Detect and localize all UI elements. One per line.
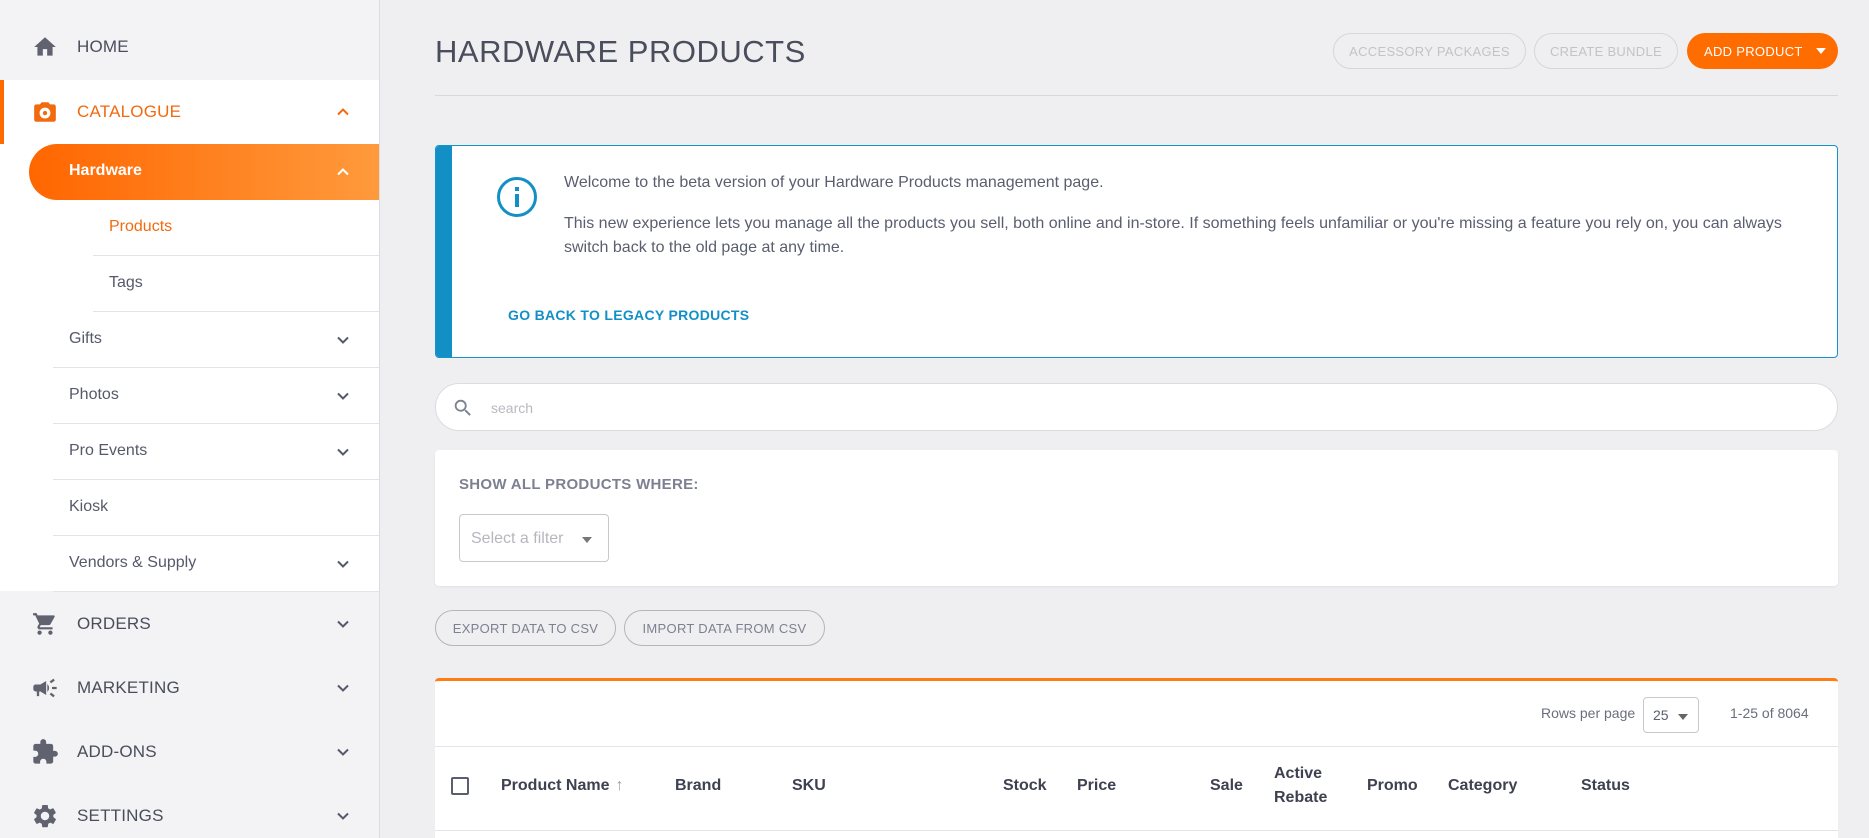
nav-hardware[interactable]: Hardware: [29, 144, 379, 200]
filter-card: SHOW ALL PRODUCTS WHERE: Select a filter: [435, 450, 1838, 586]
chevron-down-icon: [335, 388, 351, 404]
nav-photos[interactable]: Photos: [53, 368, 379, 424]
accessory-packages-button[interactable]: ACCESSORY PACKAGES: [1333, 33, 1526, 69]
select-all-checkbox[interactable]: [451, 777, 469, 795]
nav-gifts[interactable]: Gifts: [53, 312, 379, 368]
nav-vendors-label: Vendors & Supply: [69, 554, 197, 571]
nav-hardware-label: Hardware: [69, 162, 142, 179]
legacy-products-link[interactable]: GO BACK TO LEGACY PRODUCTS: [508, 307, 749, 323]
nav-orders[interactable]: ORDERS: [0, 592, 379, 656]
nav-gifts-label: Gifts: [69, 330, 102, 347]
nav-home-label: HOME: [77, 37, 129, 56]
column-active-rebate-line2: Rebate: [1274, 789, 1328, 806]
column-sku[interactable]: SKU: [792, 774, 826, 798]
nav-settings[interactable]: SETTINGS: [0, 784, 379, 838]
nav-products[interactable]: Products: [93, 200, 379, 256]
import-csv-button[interactable]: IMPORT DATA FROM CSV: [624, 610, 825, 646]
caret-down-icon: [1816, 48, 1826, 54]
nav-orders-label: ORDERS: [77, 614, 151, 633]
nav-settings-label: SETTINGS: [77, 806, 164, 825]
rows-per-page-value: 25: [1653, 707, 1669, 723]
column-sale[interactable]: Sale: [1210, 774, 1243, 798]
chevron-down-icon: [335, 744, 351, 760]
add-product-button[interactable]: ADD PRODUCT: [1687, 33, 1838, 69]
column-promo[interactable]: Promo: [1367, 774, 1418, 798]
column-active-rebate-line1: Active: [1274, 765, 1323, 782]
column-category[interactable]: Category: [1448, 774, 1517, 798]
create-bundle-button[interactable]: CREATE BUNDLE: [1534, 33, 1678, 69]
table-divider: [435, 746, 1838, 747]
page-title: HARDWARE PRODUCTS: [435, 34, 806, 69]
main-content: HARDWARE PRODUCTS ACCESSORY PACKAGES CRE…: [435, 0, 1838, 838]
nav-photos-label: Photos: [69, 386, 119, 403]
search-bar: [435, 383, 1838, 431]
filter-select-placeholder: Select a filter: [471, 530, 564, 547]
nav-tags[interactable]: Tags: [93, 256, 379, 312]
export-csv-button[interactable]: EXPORT DATA TO CSV: [435, 610, 616, 646]
chevron-down-icon: [335, 332, 351, 348]
rows-per-page-label: Rows per page: [1541, 705, 1636, 721]
nav-products-label: Products: [109, 218, 173, 235]
banner-body: This new experience lets you manage all …: [564, 215, 1782, 256]
rows-per-page-select[interactable]: 25: [1643, 697, 1699, 733]
chevron-down-icon: [335, 808, 351, 824]
info-icon: [496, 176, 538, 218]
header-divider: [435, 95, 1838, 96]
beta-info-banner: Welcome to the beta version of your Hard…: [435, 145, 1838, 358]
camera-icon: [31, 98, 59, 126]
filter-label: SHOW ALL PRODUCTS WHERE:: [459, 476, 699, 493]
column-product-name-label: Product Name: [501, 777, 610, 794]
banner-heading: Welcome to the beta version of your Hard…: [564, 174, 1104, 191]
sort-up-icon: ↑: [615, 777, 624, 794]
chevron-down-icon: [335, 616, 351, 632]
column-price[interactable]: Price: [1077, 774, 1116, 798]
products-table: Rows per page 25 1-25 of 8064 Product Na…: [435, 678, 1838, 838]
column-active-rebate[interactable]: Active Rebate: [1274, 762, 1327, 810]
nav-kiosk-label: Kiosk: [69, 498, 109, 515]
nav-home[interactable]: HOME: [0, 20, 379, 74]
filter-select[interactable]: Select a filter: [459, 514, 609, 562]
table-header-divider: [435, 830, 1838, 831]
column-brand[interactable]: Brand: [675, 774, 721, 798]
nav-marketing-label: MARKETING: [77, 678, 180, 697]
nav-vendors[interactable]: Vendors & Supply: [53, 536, 379, 592]
banner-accent-bar: [436, 146, 452, 357]
nav-catalogue-label: CATALOGUE: [77, 102, 182, 121]
pagination-range: 1-25 of 8064: [1730, 705, 1809, 721]
caret-down-icon: [1678, 714, 1688, 720]
caret-down-icon: [582, 537, 592, 543]
column-stock[interactable]: Stock: [1003, 774, 1047, 798]
chevron-down-icon: [335, 680, 351, 696]
nav-tags-label: Tags: [109, 274, 143, 291]
home-icon: [31, 33, 59, 61]
nav-addons[interactable]: ADD-ONS: [0, 720, 379, 784]
nav-pro-events[interactable]: Pro Events: [53, 424, 379, 480]
column-status[interactable]: Status: [1581, 774, 1630, 798]
nav-marketing[interactable]: MARKETING: [0, 656, 379, 720]
megaphone-icon: [31, 674, 59, 702]
chevron-down-icon: [335, 556, 351, 572]
chevron-down-icon: [335, 444, 351, 460]
chevron-up-icon: [335, 104, 351, 120]
sidebar: HOME CATALOGUE Hardware Products Tags Gi…: [0, 0, 380, 838]
chevron-up-icon: [335, 164, 351, 180]
cart-icon: [31, 610, 59, 638]
nav-kiosk[interactable]: Kiosk: [53, 480, 379, 536]
column-product-name[interactable]: Product Name ↑: [501, 774, 623, 798]
puzzle-icon: [31, 738, 59, 766]
search-input[interactable]: [491, 396, 1791, 420]
add-product-label: ADD PRODUCT: [1704, 43, 1803, 59]
nav-catalogue[interactable]: CATALOGUE: [0, 80, 379, 144]
search-icon: [452, 397, 474, 419]
nav-pro-events-label: Pro Events: [69, 442, 148, 459]
nav-addons-label: ADD-ONS: [77, 742, 157, 761]
gear-icon: [31, 802, 59, 830]
